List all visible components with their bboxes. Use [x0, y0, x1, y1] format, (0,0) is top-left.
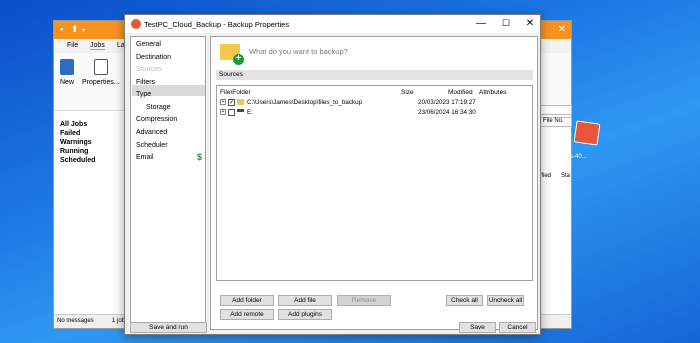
save-and-run-button[interactable]: Save and run: [130, 322, 207, 333]
add-plus-icon: +: [233, 54, 244, 65]
bg-close-icon[interactable]: ✕: [558, 24, 566, 35]
properties-label: Properties...: [82, 79, 120, 86]
new-label: New: [60, 79, 75, 86]
nav-compression[interactable]: Compression: [136, 116, 177, 123]
save-button[interactable]: Save: [459, 322, 496, 333]
backup-properties-dialog: TestPC_Cloud_Backup - Backup Properties …: [124, 14, 541, 335]
filter-scheduled[interactable]: Scheduled: [60, 157, 95, 164]
nav-email[interactable]: Email: [136, 154, 154, 161]
add-file-button[interactable]: Add file: [278, 295, 332, 306]
nav-filters[interactable]: Filters: [136, 79, 155, 86]
remove-button[interactable]: Remove: [337, 295, 391, 306]
sources-question: What do you want to backup?: [249, 47, 348, 56]
maximize-icon[interactable]: ☐: [497, 18, 515, 29]
col-modified[interactable]: Modified: [448, 89, 473, 96]
bg-search-box[interactable]: [540, 105, 572, 115]
chevron-down-icon[interactable]: ▾: [82, 27, 85, 34]
col-file-folder[interactable]: File\Folder: [220, 89, 251, 96]
folder-icon: [237, 99, 244, 105]
bg-col-modified: ified: [540, 173, 552, 179]
uncheck-all-button[interactable]: Uncheck all: [487, 295, 524, 306]
tab-file[interactable]: File: [67, 42, 78, 49]
add-remote-button[interactable]: Add remote: [220, 309, 274, 320]
tree-row[interactable]: + E: 23/06/2024 16:34:30: [217, 109, 532, 118]
filter-failed[interactable]: Failed: [60, 130, 80, 137]
col-size[interactable]: Size: [401, 89, 414, 96]
row-path: E:: [247, 109, 253, 116]
nav-advanced[interactable]: Advanced: [136, 129, 167, 136]
add-folder-button[interactable]: Add folder: [220, 295, 274, 306]
status-messages: No messages: [57, 318, 94, 324]
check-all-button[interactable]: Check all: [446, 295, 483, 306]
tree-row[interactable]: + ✓ C:\Users\James\Desktop\files_to_back…: [217, 99, 532, 108]
filter-warnings[interactable]: Warnings: [60, 139, 92, 146]
sources-panel: + What do you want to backup? Sources Fi…: [210, 36, 538, 330]
desktop-shortcut-icon[interactable]: [573, 120, 601, 146]
nav-general[interactable]: General: [136, 41, 161, 48]
dialog-titlebar: TestPC_Cloud_Backup - Backup Properties …: [125, 15, 540, 33]
row-modified: 23/06/2024 16:34:30: [418, 109, 476, 116]
drive-icon: [237, 109, 244, 112]
row-modified: 20/03/2023 17:19:27: [418, 99, 476, 106]
close-icon[interactable]: ✕: [521, 18, 539, 29]
expand-icon[interactable]: +: [220, 109, 226, 115]
dollar-icon: $: [197, 152, 203, 162]
arrow-up-icon[interactable]: ⬆: [71, 24, 79, 35]
bg-job-filter-sidebar: All Jobs Failed Warnings Running Schedul…: [54, 111, 130, 316]
bg-col-file-no: File No.: [540, 117, 572, 127]
properties-button[interactable]: Properties...: [82, 59, 120, 86]
nav-type[interactable]: Type: [136, 91, 151, 98]
col-attributes[interactable]: Attributes: [479, 89, 506, 96]
filter-all-jobs[interactable]: All Jobs: [60, 121, 87, 128]
bg-col-status: Sta: [561, 173, 571, 179]
expand-icon[interactable]: +: [220, 99, 226, 105]
minimize-icon[interactable]: —: [472, 18, 490, 29]
save-icon[interactable]: ▪: [60, 24, 63, 34]
source-tree[interactable]: File\Folder Size Modified Attributes + ✓…: [216, 85, 533, 281]
nav-destination[interactable]: Destination: [136, 54, 171, 61]
filter-running[interactable]: Running: [60, 148, 88, 155]
tab-jobs[interactable]: Jobs: [90, 42, 105, 50]
row-checkbox[interactable]: ✓: [228, 99, 235, 106]
nav-storage[interactable]: Storage: [146, 104, 171, 111]
properties-icon: [93, 59, 108, 75]
add-plugins-button[interactable]: Add plugins: [278, 309, 332, 320]
new-job-icon: [60, 59, 74, 75]
app-logo-icon: [131, 19, 141, 29]
row-checkbox[interactable]: [228, 109, 235, 116]
nav-scheduler[interactable]: Scheduler: [136, 142, 168, 149]
bg-right-columns: File No. ified Sta: [540, 105, 572, 305]
settings-nav: General Destination Sources Filters Type…: [130, 36, 206, 330]
dialog-title: TestPC_Cloud_Backup - Backup Properties: [144, 20, 290, 29]
row-path: C:\Users\James\Desktop\files_to_backup: [247, 99, 363, 106]
desktop-shortcut-label: s-40...: [570, 154, 587, 160]
new-button[interactable]: New: [60, 59, 74, 86]
sources-section-header: Sources: [216, 70, 533, 80]
cancel-button[interactable]: Cancel: [499, 322, 536, 333]
nav-sources[interactable]: Sources: [136, 66, 162, 73]
